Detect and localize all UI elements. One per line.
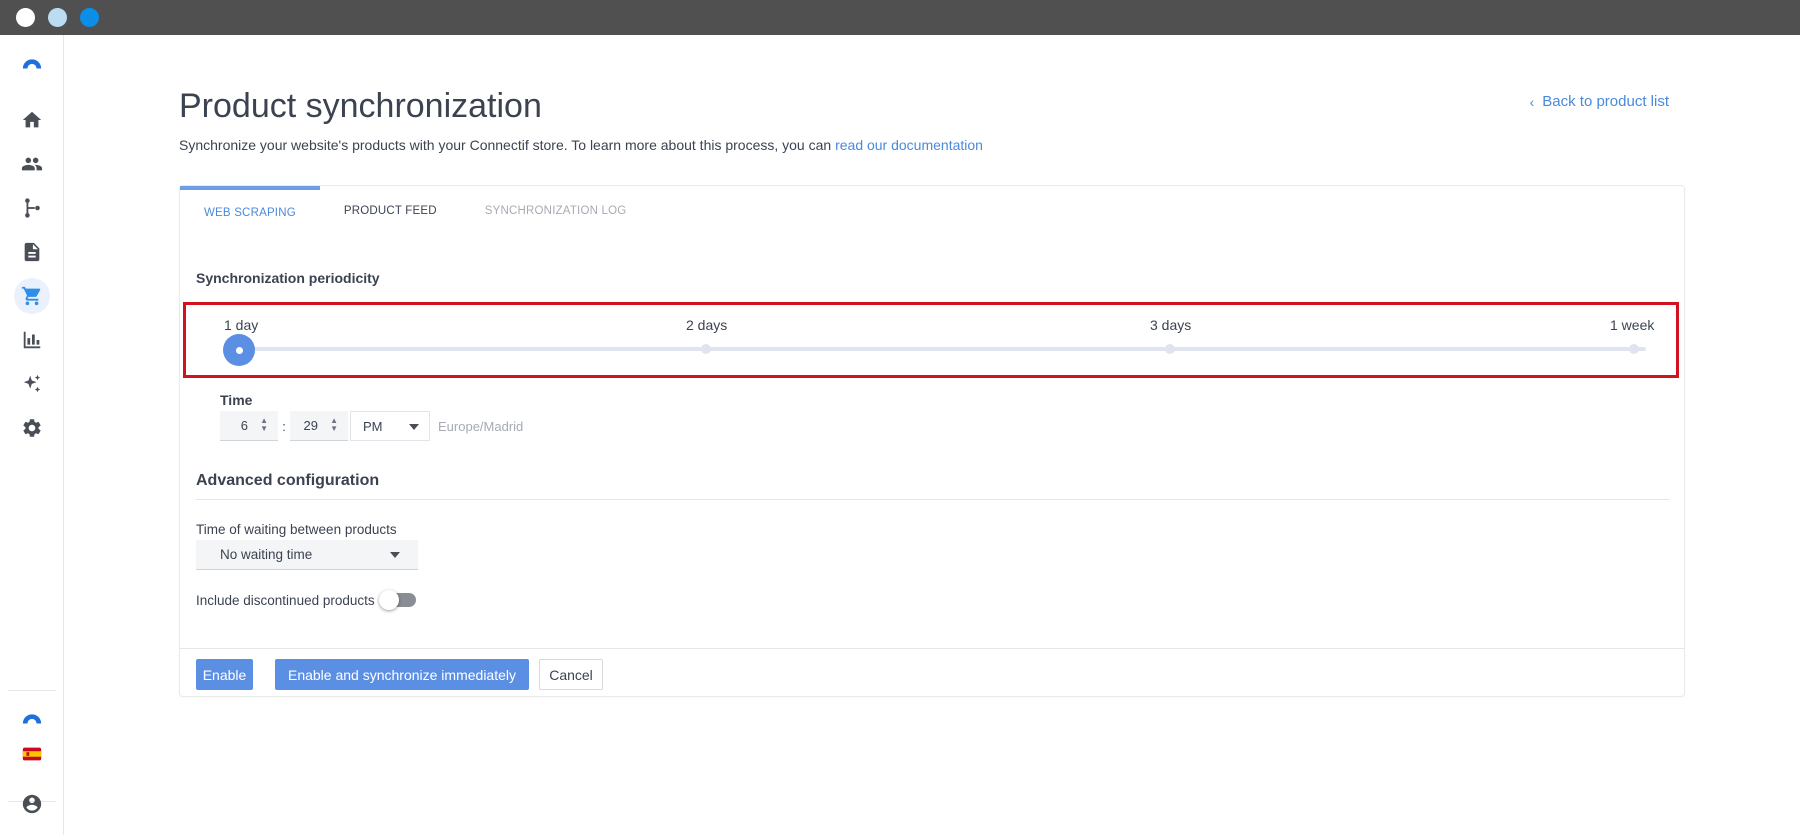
contacts-icon[interactable] xyxy=(14,146,50,182)
hour-stepper-icon[interactable]: ▲ ▼ xyxy=(260,417,268,433)
waiting-time-label: Time of waiting between products xyxy=(196,522,397,537)
slider-label-2-days: 2 days xyxy=(686,317,728,333)
enable-button[interactable]: Enable xyxy=(196,659,253,690)
caret-down-icon xyxy=(390,552,400,558)
connectif-account-icon[interactable] xyxy=(14,700,50,736)
timezone-label: Europe/Madrid xyxy=(438,418,524,434)
discontinued-products-toggle[interactable] xyxy=(379,590,416,610)
home-icon[interactable] xyxy=(14,102,50,138)
cart-icon[interactable] xyxy=(14,278,50,314)
slider-label-3-days: 3 days xyxy=(1150,317,1192,333)
waiting-time-select[interactable]: No waiting time xyxy=(196,540,418,570)
minute-stepper-icon[interactable]: ▲ ▼ xyxy=(330,417,338,433)
periodicity-slider-thumb[interactable] xyxy=(223,334,255,366)
subtitle-text: Synchronize your website's products with… xyxy=(179,137,836,153)
advanced-configuration-title: Advanced configuration xyxy=(196,472,380,489)
ai-sparkle-icon[interactable] xyxy=(14,366,50,402)
content-icon[interactable] xyxy=(14,234,50,270)
slider-tick-2-days[interactable] xyxy=(701,344,711,354)
page-title: Product synchronization xyxy=(179,87,542,125)
ampm-select[interactable]: PM xyxy=(350,411,430,441)
discontinued-products-label: Include discontinued products xyxy=(196,593,375,608)
slider-tick-1-week[interactable] xyxy=(1629,344,1639,354)
back-link-label: Back to product list xyxy=(1542,93,1669,110)
tab-web-scraping[interactable]: WEB SCRAPING xyxy=(180,186,320,236)
chevron-left-icon: ‹ xyxy=(1529,93,1535,110)
minute-value: 29 xyxy=(303,418,318,433)
time-label: Time xyxy=(220,392,253,408)
reports-icon[interactable] xyxy=(14,322,50,358)
enable-and-sync-button[interactable]: Enable and synchronize immediately xyxy=(275,659,529,690)
slider-label-1-week: 1 week xyxy=(1610,317,1655,333)
spain-flag-icon[interactable] xyxy=(14,736,50,772)
time-picker: 6 ▲ ▼ : 29 ▲ ▼ PM Europe/Madrid xyxy=(220,411,523,441)
hour-value: 6 xyxy=(240,418,248,433)
synchronization-card: WEB SCRAPING PRODUCT FEED SYNCHRONIZATIO… xyxy=(179,185,1685,697)
user-account-icon[interactable] xyxy=(14,786,50,822)
window-minimize-button[interactable] xyxy=(48,8,67,27)
slider-label-1-day: 1 day xyxy=(224,317,259,333)
window-titlebar xyxy=(0,0,1800,35)
ampm-value: PM xyxy=(363,418,383,434)
tab-synchronization-log: SYNCHRONIZATION LOG xyxy=(484,205,627,217)
back-to-product-list-link[interactable]: ‹ Back to product list xyxy=(1530,93,1669,110)
toggle-knob xyxy=(379,590,399,610)
documentation-link[interactable]: read our documentation xyxy=(835,137,983,153)
cancel-button[interactable]: Cancel xyxy=(539,659,603,690)
tab-product-feed[interactable]: PRODUCT FEED xyxy=(320,186,461,236)
settings-icon[interactable] xyxy=(14,410,50,446)
periodicity-slider-highlight: 1 day 2 days 3 days 1 week xyxy=(183,302,1679,378)
periodicity-label: Synchronization periodicity xyxy=(196,270,380,286)
connectif-logo-icon[interactable] xyxy=(14,45,50,81)
page-subtitle: Synchronize your website's products with… xyxy=(179,137,983,153)
periodicity-slider-track[interactable] xyxy=(238,347,1646,351)
window-maximize-button[interactable] xyxy=(80,8,99,27)
slider-tick-3-days[interactable] xyxy=(1165,344,1175,354)
caret-down-icon xyxy=(409,424,419,430)
hour-input[interactable]: 6 ▲ ▼ xyxy=(220,411,278,441)
minute-input[interactable]: 29 ▲ ▼ xyxy=(290,411,348,441)
time-separator: : xyxy=(282,418,286,434)
card-footer-divider xyxy=(180,648,1684,649)
window-close-button[interactable] xyxy=(16,8,35,27)
sidebar xyxy=(0,35,64,835)
tab-bar: WEB SCRAPING PRODUCT FEED SYNCHRONIZATIO… xyxy=(180,186,650,236)
workflows-icon[interactable] xyxy=(14,190,50,226)
waiting-time-value: No waiting time xyxy=(220,547,313,562)
advanced-divider xyxy=(196,499,1670,500)
